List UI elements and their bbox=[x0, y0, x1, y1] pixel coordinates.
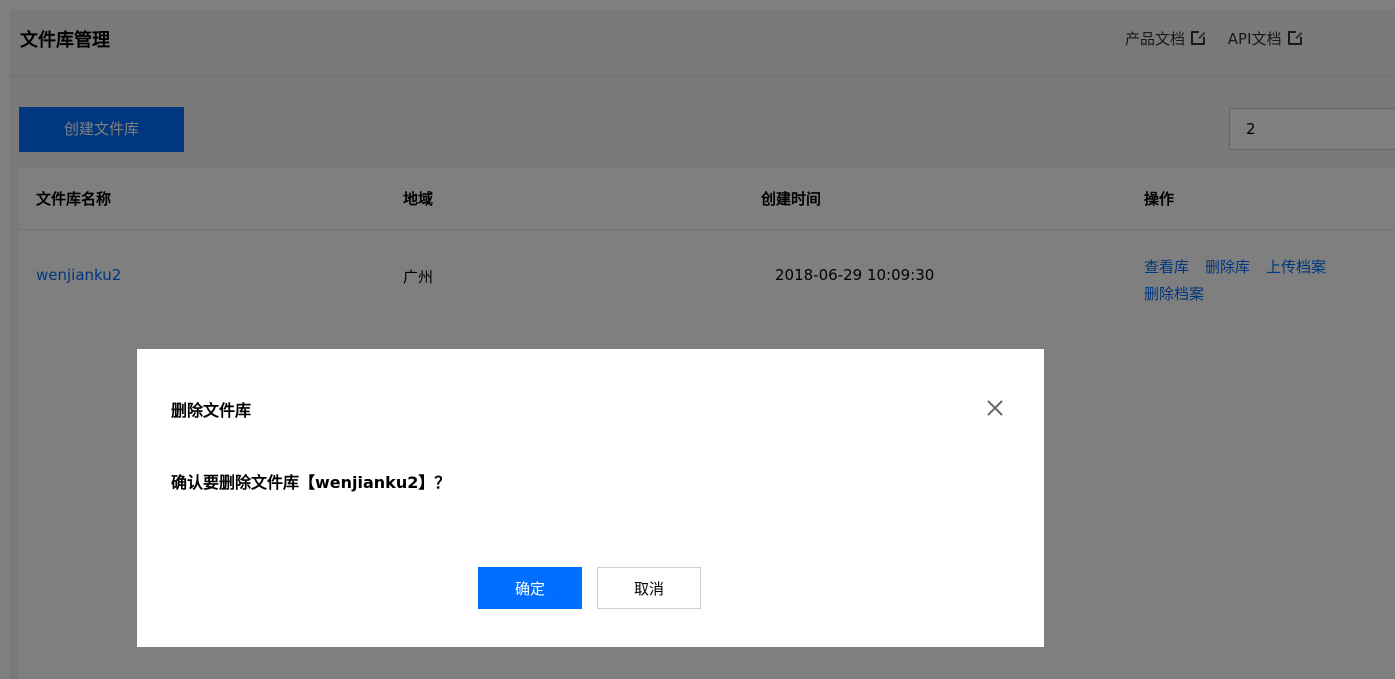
confirm-button[interactable]: 确定 bbox=[478, 567, 582, 609]
close-icon[interactable] bbox=[986, 399, 1004, 417]
cancel-button[interactable]: 取消 bbox=[597, 567, 701, 609]
dialog-title: 删除文件库 bbox=[171, 401, 252, 420]
delete-library-dialog: 删除文件库 确认要删除文件库【wenjianku2】？ 确定 取消 bbox=[137, 349, 1044, 647]
dialog-message: 确认要删除文件库【wenjianku2】？ bbox=[171, 473, 451, 492]
